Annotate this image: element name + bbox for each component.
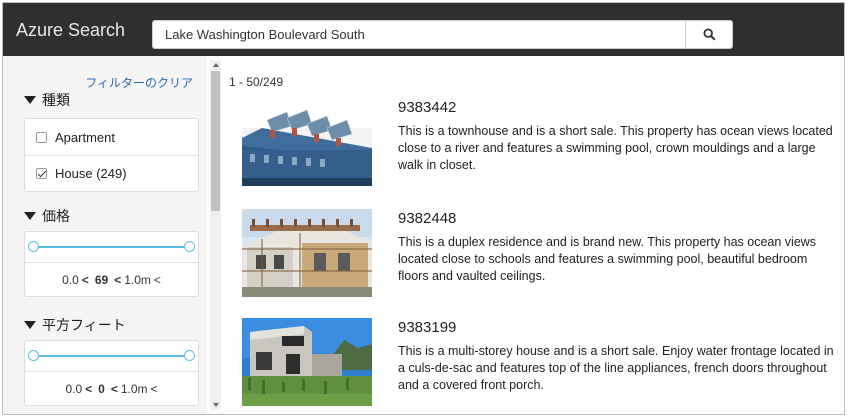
range-value: 69 bbox=[94, 272, 109, 287]
option-label: House (249) bbox=[55, 166, 127, 181]
checkbox-apartment[interactable] bbox=[36, 131, 47, 143]
checkbox-house[interactable] bbox=[36, 168, 47, 179]
facet-title-type: 種類 bbox=[42, 92, 70, 108]
app-window: Azure Search Lake Washington Boulevard S… bbox=[2, 2, 845, 415]
facet-title-sqft: 平方フィート bbox=[42, 317, 126, 333]
slider-min-handle[interactable] bbox=[28, 350, 39, 361]
result-item: 9383442 This is a townhouse and is a sho… bbox=[242, 98, 842, 188]
search-icon bbox=[702, 28, 716, 41]
result-thumbnail[interactable] bbox=[242, 98, 372, 186]
range-separator: < bbox=[153, 272, 161, 287]
triangle-down-icon bbox=[24, 212, 36, 220]
range-separator: < bbox=[150, 381, 158, 396]
brand-title: Azure Search bbox=[16, 20, 126, 40]
triangle-down-icon bbox=[24, 96, 36, 104]
result-title[interactable]: 9383199 bbox=[398, 319, 456, 336]
scroll-down-arrow-icon[interactable] bbox=[213, 403, 219, 407]
facet-option-apartment[interactable]: Apartment bbox=[25, 119, 198, 155]
scrollbar-thumb[interactable] bbox=[211, 71, 220, 211]
range-value: 0 bbox=[98, 381, 105, 396]
price-slider[interactable] bbox=[25, 232, 198, 262]
slider-max-handle[interactable] bbox=[184, 350, 195, 361]
top-bar: Azure Search Lake Washington Boulevard S… bbox=[3, 3, 844, 56]
facet-header-type[interactable]: 種類 bbox=[24, 90, 70, 110]
slider-min-handle[interactable] bbox=[28, 241, 39, 252]
range-max: 1.0m bbox=[124, 272, 151, 287]
sidebar-scrollbar[interactable] bbox=[210, 60, 221, 410]
range-separator: < bbox=[85, 381, 93, 396]
sqft-slider[interactable] bbox=[25, 341, 198, 371]
range-separator: < bbox=[81, 272, 89, 287]
result-item: 9382448 This is a duplex residence and i… bbox=[242, 209, 842, 299]
triangle-down-icon bbox=[24, 321, 36, 329]
range-min: 0.0 bbox=[65, 381, 83, 396]
facet-header-price[interactable]: 価格 bbox=[24, 206, 70, 226]
slider-max-handle[interactable] bbox=[184, 241, 195, 252]
scroll-up-arrow-icon[interactable] bbox=[213, 63, 219, 67]
facet-option-house[interactable]: House (249) bbox=[25, 155, 198, 191]
facet-title-price: 価格 bbox=[42, 208, 70, 224]
facet-header-sqft[interactable]: 平方フィート bbox=[24, 315, 126, 335]
option-label: Apartment bbox=[55, 129, 115, 145]
result-item: 9383199 This is a multi-storey house and… bbox=[242, 318, 842, 408]
price-range-readout: 0.0 < 69 < 1.0m < bbox=[25, 262, 198, 296]
slider-track bbox=[34, 246, 189, 248]
result-thumbnail[interactable] bbox=[242, 209, 372, 297]
search-input[interactable]: Lake Washington Boulevard South bbox=[152, 20, 685, 49]
sqft-facet-panel: 0.0 < 0 < 1.0m < bbox=[24, 340, 199, 406]
result-description: This is a duplex residence and is brand … bbox=[398, 235, 817, 283]
result-title[interactable]: 9383442 bbox=[398, 99, 456, 116]
range-separator: < bbox=[114, 272, 122, 287]
type-facet-panel: Apartment House (249) bbox=[24, 118, 199, 192]
range-max: 1.0m bbox=[120, 381, 148, 396]
search-button[interactable] bbox=[685, 20, 733, 49]
filter-sidebar: フィルターのクリア 種類 Apartment House (249) 価格 0.… bbox=[3, 56, 207, 414]
result-count: 1 - 50/249 bbox=[229, 75, 284, 89]
sqft-range-readout: 0.0 < 0 < 1.0m < bbox=[25, 371, 198, 405]
results-panel: 1 - 50/249 9383442 This is a townhouse a… bbox=[225, 56, 844, 414]
result-description: This is a townhouse and is a short sale.… bbox=[398, 124, 833, 172]
slider-track bbox=[34, 355, 189, 357]
range-min: 0.0 bbox=[62, 272, 79, 287]
result-thumbnail[interactable] bbox=[242, 318, 372, 406]
range-separator: < bbox=[110, 381, 118, 396]
result-description: This is a multi-storey house and is a sh… bbox=[398, 344, 834, 392]
result-title[interactable]: 9382448 bbox=[398, 210, 456, 227]
clear-filters-link[interactable]: フィルターのクリア bbox=[85, 74, 193, 91]
price-facet-panel: 0.0 < 69 < 1.0m < bbox=[24, 231, 199, 297]
